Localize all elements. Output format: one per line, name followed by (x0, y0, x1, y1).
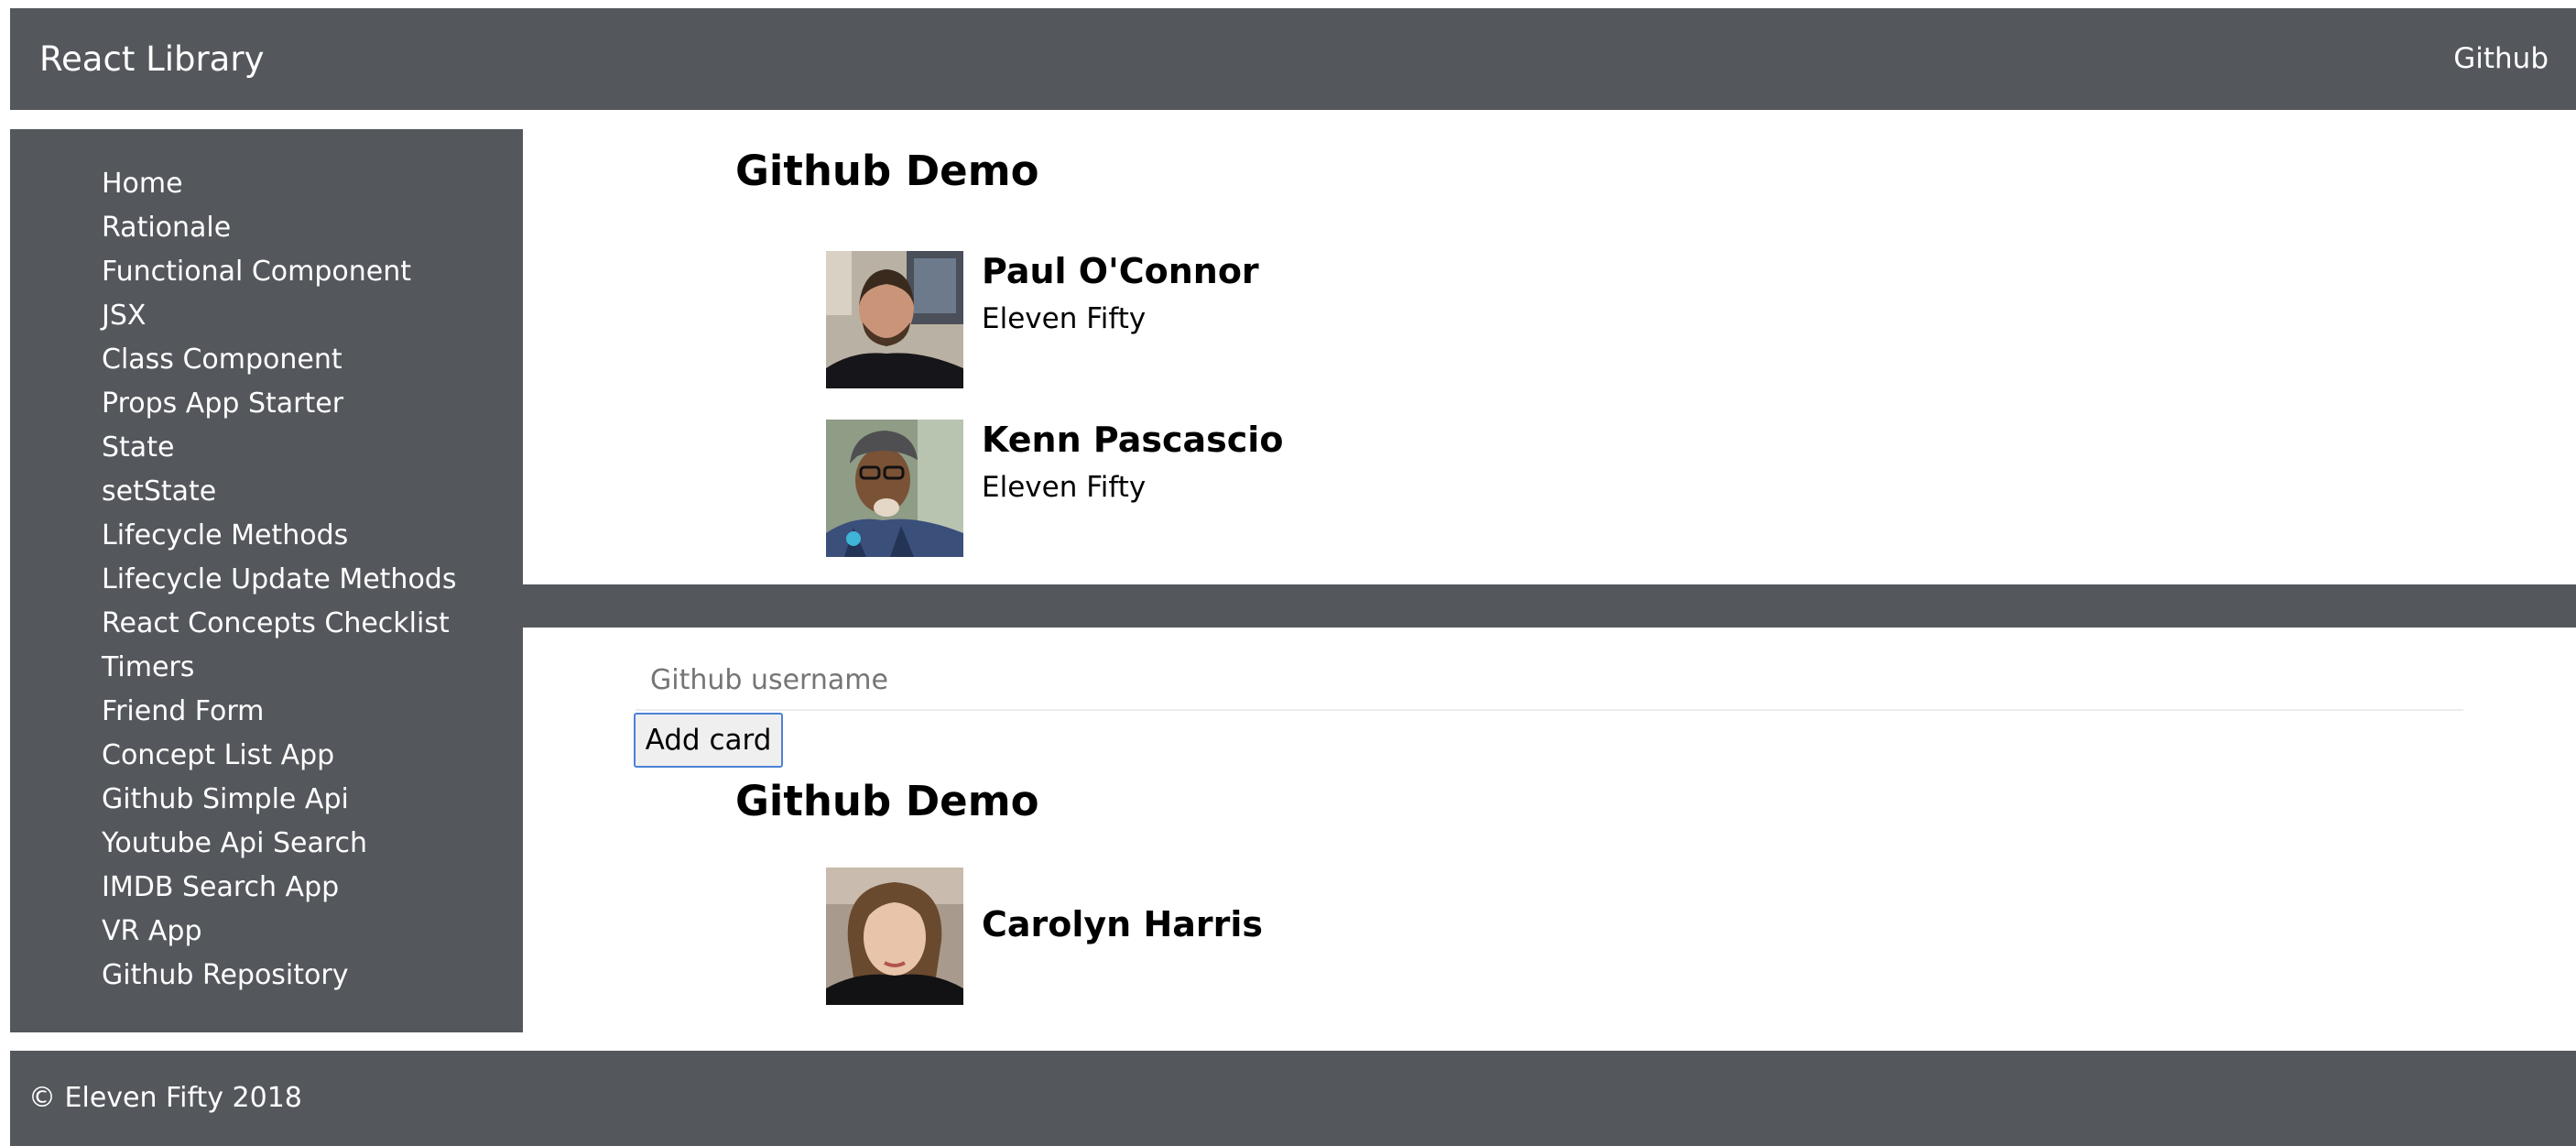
avatar (826, 251, 963, 388)
sidebar-item-props-app-starter[interactable]: Props App Starter (102, 382, 523, 426)
sidebar-item-functional-component[interactable]: Functional Component (102, 250, 523, 294)
card-company: Eleven Fifty (982, 471, 1147, 504)
sidebar-nav-list: Home Rationale Functional Component JSX … (10, 129, 523, 998)
avatar (826, 868, 963, 1005)
github-nav-link[interactable]: Github (2453, 8, 2549, 110)
sidebar-item-setstate[interactable]: setState (102, 470, 523, 514)
sidebar-item-friend-form[interactable]: Friend Form (102, 690, 523, 734)
sidebar-item-state[interactable]: State (102, 426, 523, 470)
footer-copyright: © Eleven Fifty 2018 (28, 1082, 302, 1114)
card-name: Kenn Pascascio (982, 420, 1284, 460)
sidebar-item-vr-app[interactable]: VR App (102, 910, 523, 954)
sidebar-item-rationale[interactable]: Rationale (102, 206, 523, 250)
sidebar-item-timers[interactable]: Timers (102, 646, 523, 690)
card-name: Carolyn Harris (982, 904, 1264, 944)
sidebar-item-lifecycle-methods[interactable]: Lifecycle Methods (102, 514, 523, 558)
sidebar-item-concept-list-app[interactable]: Concept List App (102, 734, 523, 778)
card-name: Paul O'Connor (982, 251, 1259, 291)
card-info: Kenn Pascascio Eleven Fifty (982, 420, 1283, 504)
footer: © Eleven Fifty 2018 (10, 1051, 2576, 1146)
github-demo-title: Github Demo (735, 147, 1039, 195)
card-info: Carolyn Harris (982, 904, 1263, 944)
github-username-input[interactable] (636, 650, 2463, 711)
sidebar-item-jsx[interactable]: JSX (102, 294, 523, 338)
section-divider (523, 584, 2576, 628)
brand-link[interactable]: React Library (39, 8, 264, 110)
github-demo-title: Github Demo (735, 777, 1039, 825)
sidebar-item-lifecycle-update-methods[interactable]: Lifecycle Update Methods (102, 558, 523, 602)
card-info: Paul O'Connor Eleven Fifty (982, 251, 1259, 335)
user-card: Kenn Pascascio Eleven Fifty (826, 420, 1742, 558)
sidebar-item-youtube-api-search[interactable]: Youtube Api Search (102, 822, 523, 866)
sidebar-item-imdb-search-app[interactable]: IMDB Search App (102, 866, 523, 910)
sidebar-item-react-concepts-checklist[interactable]: React Concepts Checklist (102, 602, 523, 646)
add-card-button[interactable]: Add card (634, 713, 783, 768)
user-card: Carolyn Harris (826, 868, 1742, 1006)
card-company: Eleven Fifty (982, 302, 1147, 335)
user-card: Paul O'Connor Eleven Fifty (826, 251, 1742, 389)
sidebar-item-class-component[interactable]: Class Component (102, 338, 523, 382)
sidebar: Home Rationale Functional Component JSX … (10, 129, 523, 1032)
top-navbar: React Library Github (10, 8, 2576, 110)
sidebar-item-github-simple-api[interactable]: Github Simple Api (102, 778, 523, 822)
sidebar-item-github-repository[interactable]: Github Repository (102, 954, 523, 998)
avatar (826, 420, 963, 557)
sidebar-item-home[interactable]: Home (102, 162, 523, 206)
